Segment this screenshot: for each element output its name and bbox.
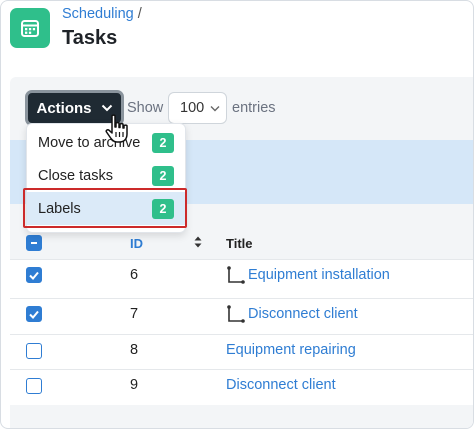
menu-item-label: Close tasks [38,167,113,184]
calendar-icon [10,8,50,48]
sort-icon[interactable] [194,236,202,248]
task-title-link[interactable]: Equipment installation [248,267,390,283]
entries-select[interactable]: 100 [168,92,227,124]
page-title: Tasks [62,27,118,49]
breadcrumb-link-scheduling[interactable]: Scheduling [62,6,134,22]
chevron-down-icon [210,105,220,111]
hand-cursor-icon [105,114,128,143]
count-badge: 2 [152,166,174,186]
task-id: 9 [130,377,139,393]
task-id: 6 [130,267,139,283]
row-checkbox[interactable] [26,343,42,359]
task-title-link[interactable]: Disconnect client [248,306,358,322]
subtask-tree-icon [227,266,245,284]
check-icon [29,271,39,280]
check-icon [29,310,39,319]
task-id: 7 [130,306,139,322]
row-checkbox[interactable] [26,378,42,394]
minus-icon [31,242,37,244]
task-id: 8 [130,342,139,358]
actions-button-label: Actions [36,99,92,117]
subtask-tree-icon [227,305,245,323]
count-badge: 2 [152,133,174,153]
column-header-title[interactable]: Title [226,236,253,251]
app-window: Scheduling / Tasks Actions Show 100 entr… [0,0,474,429]
breadcrumb: Scheduling / [62,6,142,22]
task-title-link[interactable]: Equipment repairing [226,342,356,358]
row-checkbox[interactable] [26,267,42,283]
task-title-link[interactable]: Disconnect client [226,377,336,393]
row-checkbox[interactable] [26,306,42,322]
entries-label: entries [232,100,276,116]
chevron-down-icon [101,104,112,112]
breadcrumb-separator: / [137,6,142,22]
highlight-annotation-box [23,188,187,228]
column-header-id[interactable]: ID [130,236,143,251]
show-label: Show [127,100,164,116]
entries-select-value: 100 [180,100,205,116]
select-all-checkbox[interactable] [26,235,42,251]
